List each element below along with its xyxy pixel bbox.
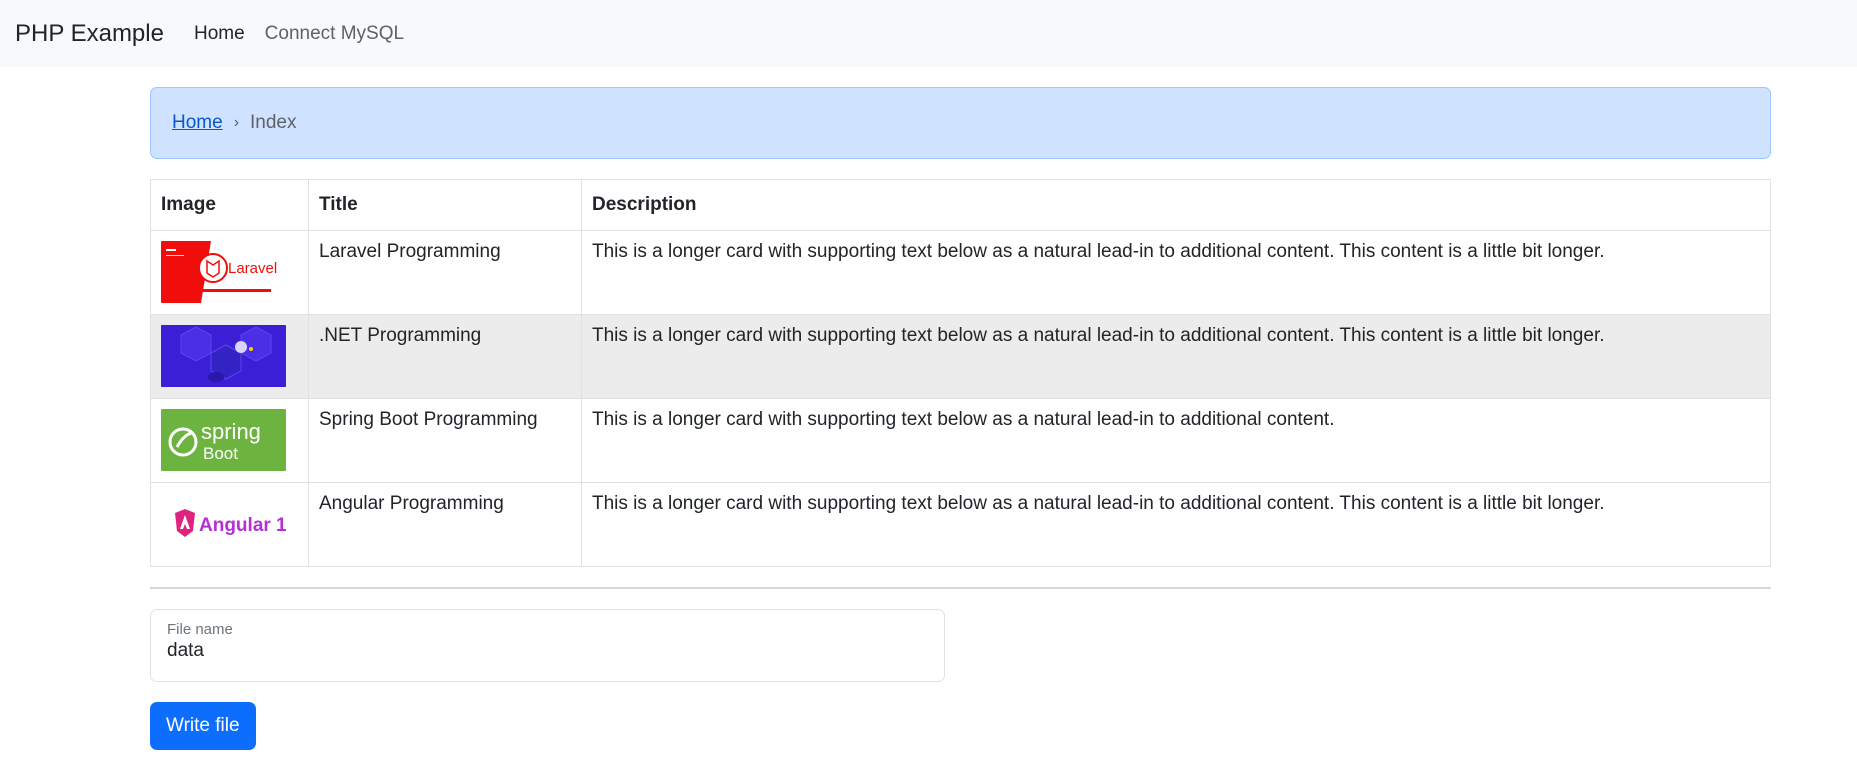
- table-row: Laravel Laravel Programming This is a lo…: [150, 230, 1771, 315]
- breadcrumb: Home › Index: [150, 87, 1771, 159]
- cell-image: spring Boot: [150, 398, 309, 483]
- svg-text:Angular 18: Angular 18: [199, 515, 286, 536]
- cell-title: .NET Programming: [308, 314, 582, 399]
- main-container: Home › Index Image Title Description Lar…: [150, 87, 1771, 750]
- svg-text:Laravel: Laravel: [228, 260, 277, 277]
- angular-thumbnail: Angular 18: [161, 493, 286, 555]
- cell-image: Laravel: [150, 230, 309, 315]
- navbar: PHP Example Home Connect MySQL: [0, 0, 1857, 67]
- cell-description: This is a longer card with supporting te…: [581, 230, 1771, 315]
- navbar-brand[interactable]: PHP Example: [15, 20, 164, 48]
- cell-description: This is a longer card with supporting te…: [581, 398, 1771, 483]
- divider: [150, 587, 1771, 589]
- file-name-input[interactable]: [167, 640, 928, 662]
- nav-link-connect-mysql[interactable]: Connect MySQL: [265, 23, 404, 45]
- chevron-right-icon: ›: [233, 114, 240, 131]
- header-description: Description: [581, 179, 1771, 231]
- breadcrumb-current: Index: [250, 112, 297, 133]
- breadcrumb-home-link[interactable]: Home: [172, 112, 223, 134]
- cell-title: Angular Programming: [308, 482, 582, 567]
- cell-description: This is a longer card with supporting te…: [581, 314, 1771, 399]
- header-image: Image: [150, 179, 309, 231]
- cell-title: Laravel Programming: [308, 230, 582, 315]
- file-name-field[interactable]: File name: [150, 609, 945, 682]
- svg-text:Boot: Boot: [203, 444, 238, 463]
- table-row: Angular 18 Angular Programming This is a…: [150, 482, 1771, 567]
- courses-table: Image Title Description Laravel Laravel …: [150, 179, 1771, 567]
- table-row: .NET Programming This is a longer card w…: [150, 314, 1771, 399]
- write-file-button[interactable]: Write file: [150, 702, 256, 750]
- laravel-thumbnail: Laravel: [161, 241, 286, 303]
- spring-boot-thumbnail: spring Boot: [161, 409, 286, 471]
- table-header-row: Image Title Description: [150, 179, 1771, 231]
- table-row: spring Boot Spring Boot Programming This…: [150, 398, 1771, 483]
- nav-link-home[interactable]: Home: [194, 23, 245, 45]
- cell-image: Angular 18: [150, 482, 309, 567]
- dotnet-thumbnail: [161, 325, 286, 387]
- header-title: Title: [308, 179, 582, 231]
- cell-image: [150, 314, 309, 399]
- cell-title: Spring Boot Programming: [308, 398, 582, 483]
- cell-description: This is a longer card with supporting te…: [581, 482, 1771, 567]
- svg-text:spring: spring: [201, 419, 261, 444]
- file-name-label: File name: [167, 621, 233, 638]
